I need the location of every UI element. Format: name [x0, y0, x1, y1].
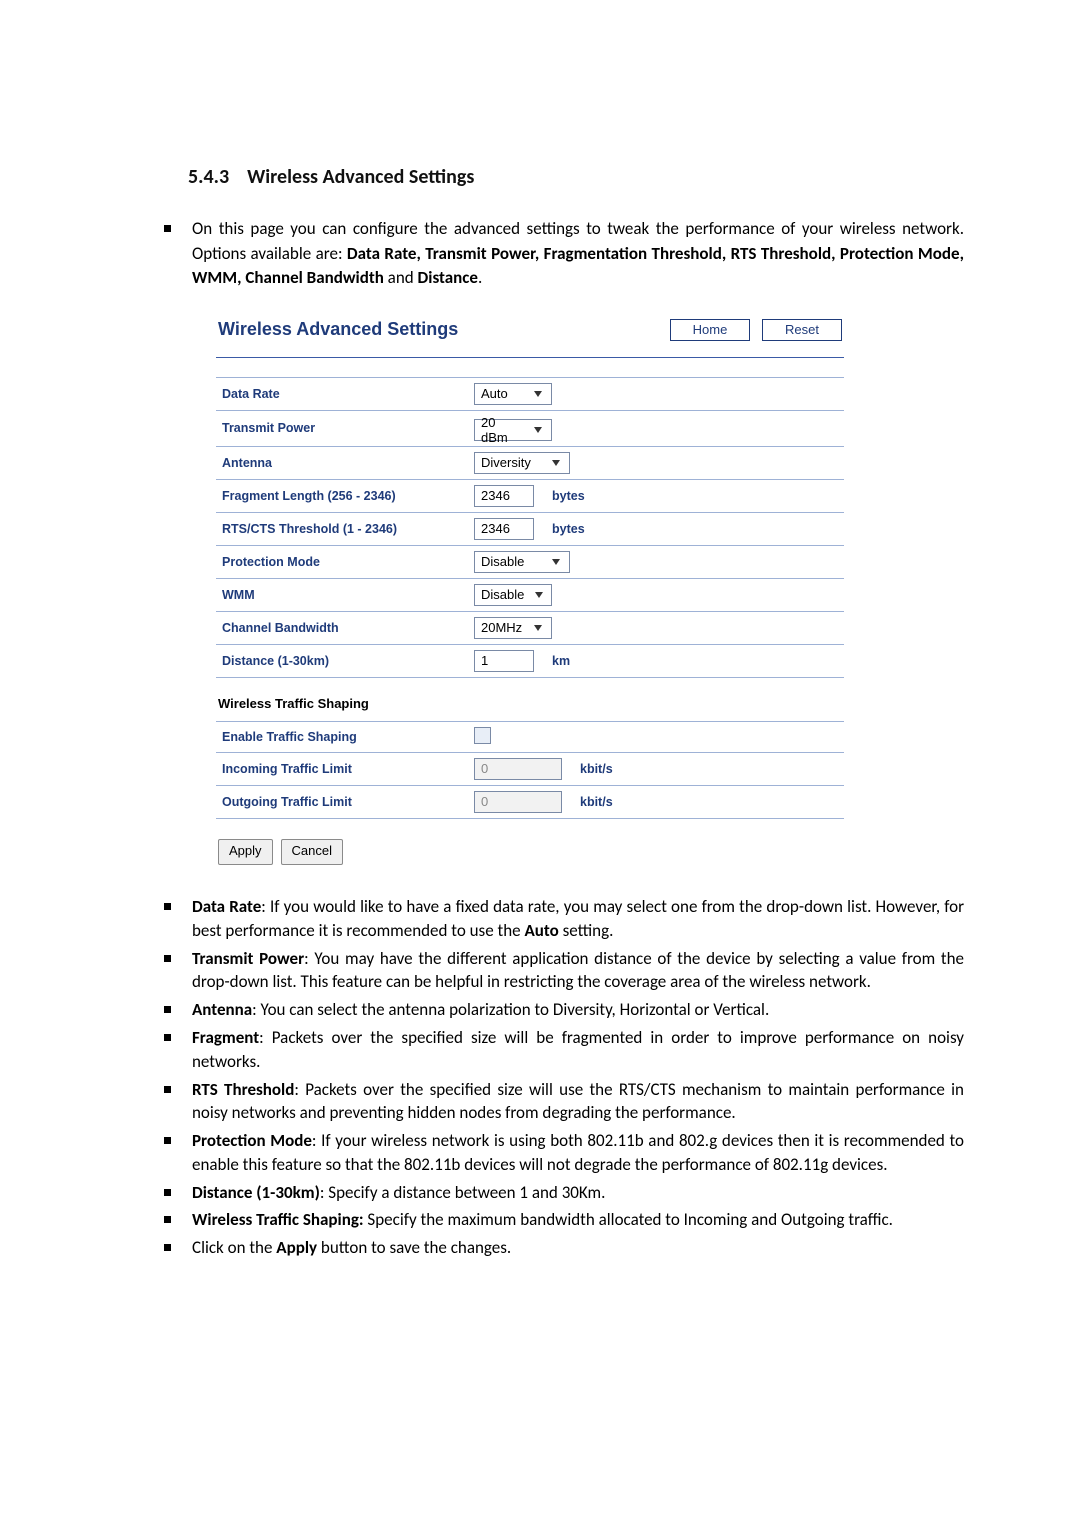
enable-shaping-checkbox[interactable] — [474, 727, 491, 744]
desc-item: Wireless Traffic Shaping: Specify the ma… — [164, 1208, 964, 1232]
desc-item: Protection Mode: If your wireless networ… — [164, 1129, 964, 1177]
intro-bullet: On this page you can configure the advan… — [164, 217, 964, 291]
rts-input[interactable]: 2346 — [474, 518, 534, 540]
channel-bw-select[interactable]: 20MHz — [474, 617, 552, 639]
label-transmit-power: Transmit Power — [216, 410, 468, 446]
row-protection: Protection Mode Disable — [216, 545, 844, 578]
panel-title: Wireless Advanced Settings — [218, 319, 658, 340]
row-channel-bw: Channel Bandwidth 20MHz — [216, 611, 844, 644]
chevron-down-icon — [547, 454, 565, 472]
settings-table: Data Rate Auto Transmit Power 20 dBm Ant… — [216, 377, 844, 678]
distance-input[interactable]: 1 — [474, 650, 534, 672]
desc-item: Transmit Power: You may have the differe… — [164, 947, 964, 995]
fragment-input[interactable]: 2346 — [474, 485, 534, 507]
label-wmm: WMM — [216, 578, 468, 611]
apply-button[interactable]: Apply — [218, 839, 273, 865]
transmit-power-select[interactable]: 20 dBm — [474, 419, 552, 441]
unit-bytes: bytes — [542, 489, 585, 503]
settings-panel: Wireless Advanced Settings Home Reset Da… — [216, 313, 844, 865]
row-rts: RTS/CTS Threshold (1 - 2346) 2346 bytes — [216, 512, 844, 545]
label-outgoing: Outgoing Traffic Limit — [216, 785, 468, 818]
unit-kbits: kbit/s — [570, 795, 613, 809]
reset-button[interactable]: Reset — [762, 319, 842, 341]
row-outgoing: Outgoing Traffic Limit 0 kbit/s — [216, 785, 844, 818]
label-rts: RTS/CTS Threshold (1 - 2346) — [216, 512, 468, 545]
label-enable-shaping: Enable Traffic Shaping — [216, 721, 468, 752]
unit-km: km — [542, 654, 570, 668]
chevron-down-icon — [530, 586, 547, 604]
shaping-heading: Wireless Traffic Shaping — [218, 696, 844, 711]
chevron-down-icon — [547, 553, 565, 571]
unit-kbits: kbit/s — [570, 762, 613, 776]
label-data-rate: Data Rate — [216, 377, 468, 410]
label-fragment: Fragment Length (256 - 2346) — [216, 479, 468, 512]
desc-item: Click on the Apply button to save the ch… — [164, 1236, 964, 1260]
section-heading: 5.4.3 Wireless Advanced Settings — [188, 165, 964, 189]
data-rate-select[interactable]: Auto — [474, 383, 552, 405]
antenna-select[interactable]: Diversity — [474, 452, 570, 474]
row-distance: Distance (1-30km) 1 km — [216, 644, 844, 677]
desc-item: Fragment: Packets over the specified siz… — [164, 1026, 964, 1074]
home-button[interactable]: Home — [670, 319, 750, 341]
incoming-input[interactable]: 0 — [474, 758, 562, 780]
row-enable-shaping: Enable Traffic Shaping — [216, 721, 844, 752]
row-fragment: Fragment Length (256 - 2346) 2346 bytes — [216, 479, 844, 512]
shaping-table: Enable Traffic Shaping Incoming Traffic … — [216, 721, 844, 819]
wmm-select[interactable]: Disable — [474, 584, 552, 606]
row-wmm: WMM Disable — [216, 578, 844, 611]
label-incoming: Incoming Traffic Limit — [216, 752, 468, 785]
row-antenna: Antenna Diversity — [216, 446, 844, 479]
heading-number: 5.4.3 — [188, 165, 229, 189]
label-distance: Distance (1-30km) — [216, 644, 468, 677]
desc-item: Distance (1-30km): Specify a distance be… — [164, 1181, 964, 1205]
row-incoming: Incoming Traffic Limit 0 kbit/s — [216, 752, 844, 785]
desc-item: Data Rate: If you would like to have a f… — [164, 895, 964, 943]
label-protection: Protection Mode — [216, 545, 468, 578]
label-channel-bw: Channel Bandwidth — [216, 611, 468, 644]
chevron-down-icon — [529, 619, 547, 637]
outgoing-input[interactable]: 0 — [474, 791, 562, 813]
protection-select[interactable]: Disable — [474, 551, 570, 573]
chevron-down-icon — [530, 421, 547, 439]
chevron-down-icon — [529, 385, 547, 403]
row-data-rate: Data Rate Auto — [216, 377, 844, 410]
label-antenna: Antenna — [216, 446, 468, 479]
cancel-button[interactable]: Cancel — [281, 839, 343, 865]
panel-separator — [216, 357, 844, 359]
desc-item: RTS Threshold: Packets over the specifie… — [164, 1078, 964, 1126]
row-transmit-power: Transmit Power 20 dBm — [216, 410, 844, 446]
heading-title: Wireless Advanced Settings — [247, 165, 474, 189]
description-list: Data Rate: If you would like to have a f… — [116, 895, 964, 1260]
unit-bytes: bytes — [542, 522, 585, 536]
desc-item: Antenna: You can select the antenna pola… — [164, 998, 964, 1022]
